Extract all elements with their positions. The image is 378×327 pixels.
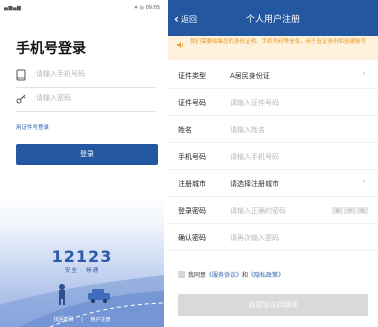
nav-bar: ‹ 返回 个人用户注册 — [168, 0, 378, 36]
phone-input[interactable]: 请输入手机号码 — [16, 64, 156, 88]
field-label: 确认密码 — [178, 234, 206, 242]
field-label: 证件号码 — [178, 99, 206, 107]
status-right: ✳ ◎ 09:05 — [133, 5, 160, 11]
confirm-password-input[interactable]: 请再次输入密码 — [230, 233, 279, 243]
forgot-password-link[interactable]: 找回密码 — [54, 317, 74, 323]
city-select[interactable]: 请选择注册城市 — [230, 179, 279, 189]
page-title: 手机号登录 — [16, 41, 86, 57]
signal-icon: ▄▆▄▆ — [4, 5, 22, 11]
field-name[interactable]: 姓名 请输入姓名 — [168, 116, 378, 143]
phone-icon — [16, 69, 26, 81]
privacy-policy-link[interactable]: 《隐私政策》 — [248, 272, 284, 279]
field-id-number[interactable]: 证件号码 请输入证件号码 — [168, 89, 378, 116]
agreement-row: 我同意《服务协议》和《隐私政策》 — [178, 270, 284, 279]
bottom-links: 找回密码 | 用户注册 — [0, 316, 164, 323]
id-type-select[interactable]: A居民身份证 — [230, 71, 270, 81]
field-id-type[interactable]: 证件类型 A居民身份证 › — [168, 62, 378, 89]
field-label: 证件类型 — [178, 72, 206, 80]
name-input[interactable]: 请输入姓名 — [230, 125, 265, 135]
login-button[interactable]: 登录 — [16, 144, 158, 165]
nav-title: 个人用户注册 — [245, 15, 300, 25]
field-phone[interactable]: 手机号码 请输入手机号码 — [168, 143, 378, 170]
notice-text: 我们需要收集您的身份证明、手机号码等信息，用于验证身份和创建账号 — [190, 39, 367, 45]
field-label: 姓名 — [178, 126, 192, 134]
password-input[interactable]: 请输入密码 — [16, 88, 156, 112]
password-placeholder: 请输入密码 — [36, 94, 71, 102]
agree-continue-button[interactable]: 同意协议并继续 — [178, 294, 368, 316]
slogan: 安全 · 畅通 — [64, 268, 100, 274]
agree-checkbox[interactable] — [178, 271, 185, 278]
chevron-right-icon: › — [362, 177, 366, 187]
register-screen: ‹ 返回 个人用户注册 我们需要收集您的身份证明、手机号码等信息，用于验证身份和创… — [168, 0, 378, 327]
agree-prefix: 我同意 — [188, 272, 207, 279]
login-screen: ▄▆▄▆ ✳ ◎ 09:05 手机号登录 请输入手机号码 请输入密码 用证件号登… — [0, 0, 164, 327]
privacy-notice: 我们需要收集您的身份证明、手机号码等信息，用于验证身份和创建账号 — [168, 36, 378, 60]
app-number: 12123 — [51, 247, 113, 266]
field-password[interactable]: 登录密码 请输入正确的密码 弱 中 强 — [168, 197, 378, 224]
link-separator: | — [81, 317, 83, 323]
register-link[interactable]: 用户注册 — [90, 317, 110, 323]
field-label: 登录密码 — [178, 207, 206, 215]
field-city[interactable]: 注册城市 请选择注册城市 › — [168, 170, 378, 197]
field-confirm-password[interactable]: 确认密码 请再次输入密码 — [168, 224, 378, 251]
chevron-right-icon: › — [362, 69, 366, 79]
status-bar: ▄▆▄▆ ✳ ◎ 09:05 — [4, 4, 160, 14]
strength-medium: 中 — [344, 207, 356, 214]
password-strength-meter: 弱 中 强 — [332, 207, 368, 214]
cert-login-link[interactable]: 用证件号登录 — [16, 123, 49, 131]
id-number-input[interactable]: 请输入证件号码 — [230, 98, 279, 108]
phone-placeholder: 请输入手机号码 — [36, 70, 85, 78]
password-input[interactable]: 请输入正确的密码 — [230, 206, 286, 216]
field-label: 手机号码 — [178, 153, 206, 161]
service-agreement-link[interactable]: 《服务协议》 — [206, 272, 242, 279]
strength-strong: 强 — [356, 207, 368, 214]
key-icon — [16, 94, 26, 104]
phone-input[interactable]: 请输入手机号码 — [230, 152, 279, 162]
strength-weak: 弱 — [332, 207, 344, 214]
field-label: 注册城市 — [178, 180, 206, 188]
speaker-icon — [177, 42, 183, 48]
